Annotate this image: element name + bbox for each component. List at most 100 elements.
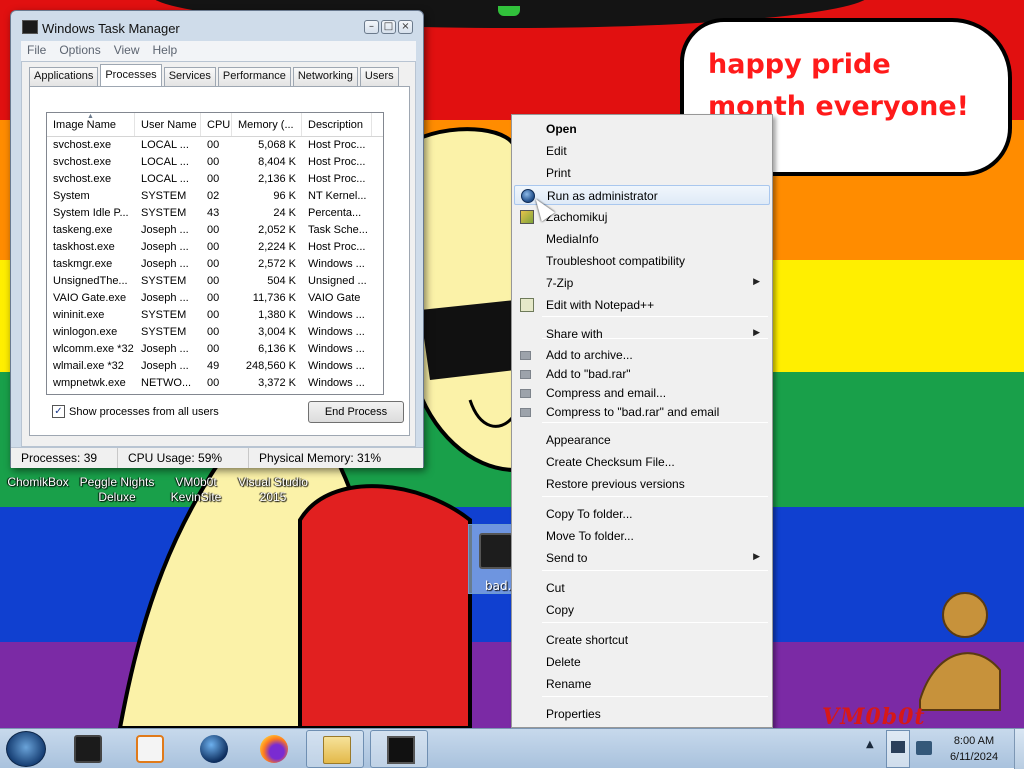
context-menu-label: Create shortcut xyxy=(546,633,629,647)
table-row[interactable]: wininit.exe SYSTEM 00 1,380 K Windows ... xyxy=(47,307,383,324)
context-menu-item-move-to-folder[interactable]: Move To folder... xyxy=(514,526,770,546)
context-menu-item-open[interactable]: Open xyxy=(514,119,770,139)
context-menu-item-copy[interactable]: Copy xyxy=(514,600,770,620)
table-row[interactable]: System Idle P... SYSTEM 43 24 K Percenta... xyxy=(47,205,383,222)
menu-view[interactable]: View xyxy=(108,41,147,61)
context-menu-label: Send to xyxy=(546,551,588,565)
taskbar-task-manager-button[interactable] xyxy=(370,730,428,768)
menu-options[interactable]: Options xyxy=(53,41,107,61)
table-row[interactable]: winlogon.exe SYSTEM 00 3,004 K Windows ... xyxy=(47,324,383,341)
process-list[interactable]: ▲ Image Name User Name CPU Memory (... De… xyxy=(46,112,384,395)
taskbar-app-button[interactable] xyxy=(58,730,116,768)
end-process-button[interactable]: End Process xyxy=(308,401,404,423)
context-menu-item-edit-with-notepad[interactable]: Edit with Notepad++ xyxy=(514,295,770,315)
context-menu-item-add-to-archive[interactable]: Add to archive... xyxy=(514,345,770,365)
context-menu-item-compress-to-bad-rar-and-email[interactable]: Compress to "bad.rar" and email xyxy=(514,402,770,422)
tab-performance[interactable]: Performance xyxy=(217,67,291,86)
table-row[interactable]: wlmail.exe *32 Joseph ... 49 248,560 K Windo… xyxy=(47,358,383,375)
context-menu-label: Run as administrator xyxy=(547,189,658,203)
context-menu-item-copy-to-folder[interactable]: Copy To folder... xyxy=(514,504,770,524)
tab-networking[interactable]: Networking xyxy=(292,67,358,86)
column-memory[interactable]: Memory (... xyxy=(232,113,302,136)
table-row[interactable]: svchost.exe LOCAL ... 00 5,068 K Host Proc..… xyxy=(47,137,383,154)
table-row[interactable]: svchost.exe LOCAL ... 00 8,404 K Host Proc..… xyxy=(47,154,383,171)
context-menu-item-restore-previous-versions[interactable]: Restore previous versions xyxy=(514,474,770,494)
context-menu-item-print[interactable]: Print xyxy=(514,163,770,183)
column-description[interactable]: Description xyxy=(302,113,372,136)
context-menu-item-compress-and-email[interactable]: Compress and email... xyxy=(514,383,770,403)
desktop-icon-vm0b0t-kevinsite[interactable]: VM0b0t KevinSite xyxy=(164,475,228,505)
context-menu-item-7-zip[interactable]: 7-Zip ▶ xyxy=(514,273,770,293)
table-cell: SYSTEM xyxy=(141,309,187,321)
desktop-icon-visual-studio[interactable]: Visual Studio 2015 xyxy=(234,475,312,505)
table-row[interactable]: taskeng.exe Joseph ... 00 2,052 K Task Sche.… xyxy=(47,222,383,239)
show-hidden-icons-icon[interactable]: ▲ xyxy=(866,739,874,750)
context-menu-item-rename[interactable]: Rename xyxy=(514,674,770,694)
network-icon[interactable] xyxy=(891,741,905,753)
context-menu-label: Restore previous versions xyxy=(546,477,685,491)
context-menu-item-troubleshoot-compatibility[interactable]: Troubleshoot compatibility xyxy=(514,251,770,271)
tab-applications[interactable]: Applications xyxy=(29,67,99,86)
context-menu-item-mediainfo[interactable]: MediaInfo xyxy=(514,229,770,249)
table-row[interactable]: svchost.exe LOCAL ... 00 2,136 K Host Proc..… xyxy=(47,171,383,188)
context-menu-label: Add to "bad.rar" xyxy=(546,367,631,381)
menu-bar: File Options View Help xyxy=(21,41,416,61)
status-cpu: CPU Usage: 59% xyxy=(118,448,249,468)
taskbar-media-player-button[interactable] xyxy=(120,730,178,768)
table-cell: 2,136 K xyxy=(258,173,296,185)
menu-file[interactable]: File xyxy=(21,41,53,61)
mascot-signature: VM0b0t xyxy=(822,704,926,730)
taskbar-firefox-button[interactable] xyxy=(244,730,302,768)
column-cpu[interactable]: CPU xyxy=(201,113,232,136)
table-row[interactable]: VAIO Gate.exe Joseph ... 00 11,736 K VAIO Ga… xyxy=(47,290,383,307)
context-menu-item-create-checksum-file[interactable]: Create Checksum File... xyxy=(514,452,770,472)
table-cell: 00 xyxy=(207,292,220,304)
table-row[interactable]: UnsignedThe... SYSTEM 00 504 K Unsigned ... xyxy=(47,273,383,290)
table-row[interactable]: System SYSTEM 02 96 K NT Kernel... xyxy=(47,188,383,205)
taskbar-globe-button[interactable] xyxy=(184,730,242,768)
table-row[interactable]: taskhost.exe Joseph ... 00 2,224 K Host Proc… xyxy=(47,239,383,256)
desktop-icon-peggle[interactable]: Peggle Nights Deluxe xyxy=(78,475,156,505)
table-row[interactable]: taskmgr.exe Joseph ... 00 2,572 K Windows ..… xyxy=(47,256,383,273)
tray-camera-icon[interactable] xyxy=(916,741,932,755)
show-all-checkbox[interactable]: ✓ xyxy=(52,405,65,418)
context-menu-item-edit[interactable]: Edit xyxy=(514,141,770,161)
table-cell: 5,068 K xyxy=(258,139,296,151)
table-cell: Host Proc... xyxy=(308,241,366,253)
table-row[interactable]: wlcomm.exe *32 Joseph ... 00 6,136 K Windows… xyxy=(47,341,383,358)
taskbar-explorer-button[interactable] xyxy=(306,730,364,768)
desktop-icon-chomikbox[interactable]: ChomikBox xyxy=(2,475,74,490)
tab-processes[interactable]: Processes xyxy=(100,64,162,86)
process-list-header: ▲ Image Name User Name CPU Memory (... De… xyxy=(47,113,383,137)
table-cell: 00 xyxy=(207,326,220,338)
context-menu-item-delete[interactable]: Delete xyxy=(514,652,770,672)
menu-help[interactable]: Help xyxy=(147,41,185,61)
context-menu-item-add-to-bad-rar[interactable]: Add to "bad.rar" xyxy=(514,364,770,384)
context-menu-item-share-with[interactable]: Share with ▶ xyxy=(514,324,770,344)
task-manager-window[interactable]: Windows Task Manager – □ × File Options … xyxy=(10,10,424,468)
show-all-processes[interactable]: ✓ Show processes from all users xyxy=(52,405,219,418)
task-manager-titlebar[interactable]: Windows Task Manager – □ × xyxy=(11,11,423,41)
table-cell: 00 xyxy=(207,241,220,253)
table-cell: 00 xyxy=(207,309,220,321)
column-image-name[interactable]: ▲ Image Name xyxy=(47,113,135,136)
context-menu-item-appearance[interactable]: Appearance xyxy=(514,430,770,450)
start-button[interactable] xyxy=(6,731,46,767)
table-cell: Windows ... xyxy=(308,343,365,355)
context-menu-item-run-as-administrator[interactable]: Run as administrator xyxy=(514,185,770,205)
column-user-name[interactable]: User Name xyxy=(135,113,201,136)
maximize-button[interactable]: □ xyxy=(381,20,396,34)
clock[interactable]: 8:00 AM 6/11/2024 xyxy=(938,733,1010,765)
close-button[interactable]: × xyxy=(398,20,413,34)
context-menu-item-create-shortcut[interactable]: Create shortcut xyxy=(514,630,770,650)
context-menu-item-send-to[interactable]: Send to ▶ xyxy=(514,548,770,568)
show-desktop-button[interactable] xyxy=(1014,729,1024,769)
tab-services[interactable]: Services xyxy=(163,67,216,86)
table-cell: 00 xyxy=(207,156,220,168)
context-menu-item-properties[interactable]: Properties xyxy=(514,704,770,724)
selected-file-bad[interactable]: bad. xyxy=(468,524,516,594)
minimize-button[interactable]: – xyxy=(364,20,379,34)
table-row[interactable]: wmpnetwk.exe NETWO... 00 3,372 K Windows ... xyxy=(47,375,383,392)
tab-users[interactable]: Users xyxy=(359,67,399,86)
context-menu-item-cut[interactable]: Cut xyxy=(514,578,770,598)
